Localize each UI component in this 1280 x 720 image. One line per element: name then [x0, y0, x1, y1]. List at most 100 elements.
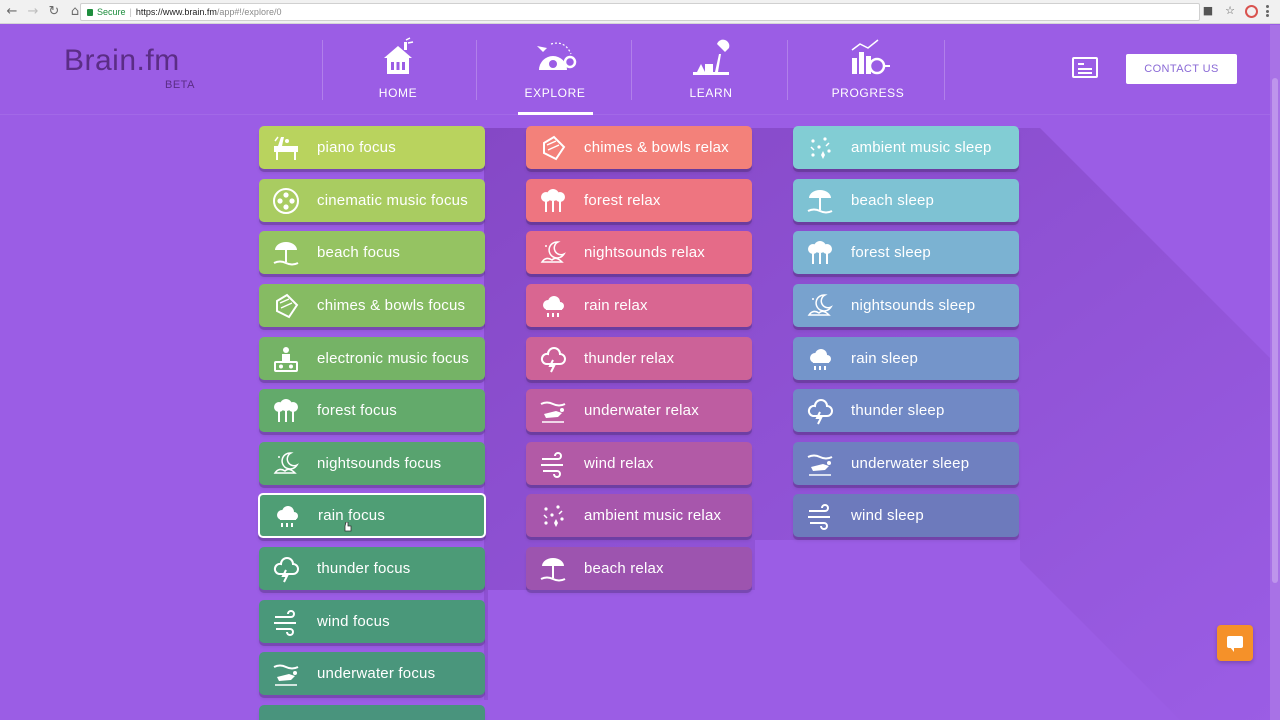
- tile-relax[interactable]: wind relax: [526, 442, 752, 485]
- browser-toolbar: ← → ↻ ⌂ Secure | https://www.brain.fm/ap…: [0, 0, 1280, 24]
- explore-icon: [537, 42, 577, 70]
- tile-sleep[interactable]: thunder sleep: [793, 389, 1019, 432]
- nav-learn-label: LEARN: [689, 86, 733, 100]
- profile-card-icon[interactable]: [1072, 57, 1098, 78]
- scrollbar-thumb[interactable]: [1272, 78, 1278, 583]
- tile-label: thunder relax: [584, 350, 675, 367]
- tile-focus[interactable]: nightsounds focus: [259, 442, 485, 485]
- nav-progress[interactable]: PROGRESS: [793, 36, 943, 116]
- tile-sleep[interactable]: nightsounds sleep: [793, 284, 1019, 327]
- tile-label: beach relax: [584, 560, 664, 577]
- learn-icon: [693, 39, 730, 75]
- tile-label: chimes & bowls relax: [584, 139, 729, 156]
- tile-relax[interactable]: rain relax: [526, 284, 752, 327]
- tile-focus[interactable]: electronic music focus: [259, 337, 485, 380]
- tile-focus[interactable]: wind focus: [259, 600, 485, 643]
- tile-relax[interactable]: beach relax: [526, 547, 752, 590]
- tile-label: ambient music relax: [584, 507, 722, 524]
- tile-label: underwater relax: [584, 402, 699, 419]
- tile-focus[interactable]: [259, 705, 485, 720]
- star-icon[interactable]: ☆: [1223, 4, 1237, 18]
- logo[interactable]: Brain.fm: [64, 44, 180, 78]
- nav-home-label: HOME: [378, 86, 418, 100]
- beach-umbrella-icon: [273, 241, 299, 265]
- tile-focus[interactable]: thunder focus: [259, 547, 485, 590]
- beta-badge: BETA: [165, 79, 195, 91]
- tile-relax[interactable]: nightsounds relax: [526, 231, 752, 274]
- reload-icon[interactable]: ↻: [45, 3, 63, 21]
- rain-cloud-icon: [277, 505, 298, 527]
- diver-icon: [540, 401, 566, 423]
- sparkle-notes-icon: [810, 136, 831, 159]
- tile-focus[interactable]: chimes & bowls focus: [259, 284, 485, 327]
- tile-focus[interactable]: forest focus: [259, 389, 485, 432]
- tile-label: forest sleep: [851, 244, 931, 261]
- night-moon-icon: [273, 451, 299, 474]
- tile-sleep[interactable]: ambient music sleep: [793, 126, 1019, 169]
- trees-icon: [541, 188, 565, 212]
- tile-sleep[interactable]: forest sleep: [793, 231, 1019, 274]
- address-bar[interactable]: Secure | https://www.brain.fm/app#!/expl…: [80, 3, 1200, 21]
- tile-sleep[interactable]: underwater sleep: [793, 442, 1019, 485]
- tile-relax[interactable]: ambient music relax: [526, 494, 752, 537]
- partial-icon: [271, 712, 301, 720]
- tile-sleep[interactable]: beach sleep: [793, 179, 1019, 222]
- nav-progress-label: PROGRESS: [831, 86, 905, 100]
- thunder-cloud-icon: [540, 346, 566, 372]
- camera-icon[interactable]: ■: [1201, 4, 1215, 18]
- tile-label: electronic music focus: [317, 350, 469, 367]
- tile-sleep[interactable]: rain sleep: [793, 337, 1019, 380]
- home-icon: [384, 37, 414, 74]
- night-moon-icon: [540, 240, 566, 263]
- tile-relax[interactable]: forest relax: [526, 179, 752, 222]
- chimes-bowl-icon: [276, 293, 299, 318]
- tile-label: underwater focus: [317, 665, 436, 682]
- tile-label: wind focus: [317, 613, 390, 630]
- tile-focus[interactable]: piano focus: [259, 126, 485, 169]
- nav-explore-label: EXPLORE: [524, 86, 586, 100]
- tile-label: wind relax: [584, 455, 654, 472]
- tile-label: forest relax: [584, 192, 661, 209]
- tile-relax[interactable]: chimes & bowls relax: [526, 126, 752, 169]
- tile-relax[interactable]: underwater relax: [526, 389, 752, 432]
- tile-focus[interactable]: cinematic music focus: [259, 179, 485, 222]
- diver-icon: [273, 664, 299, 686]
- tile-sleep[interactable]: wind sleep: [793, 494, 1019, 537]
- nav-home[interactable]: HOME: [323, 36, 473, 116]
- night-moon-icon: [807, 293, 833, 316]
- rain-cloud-icon: [543, 295, 564, 317]
- tile-focus[interactable]: beach focus: [259, 231, 485, 274]
- url-path: /app#!/explore/0: [216, 7, 282, 17]
- tile-label: wind sleep: [851, 507, 924, 524]
- tile-label: thunder sleep: [851, 402, 945, 419]
- trees-icon: [808, 240, 832, 264]
- mouse-cursor: [344, 522, 352, 532]
- tile-label: rain relax: [584, 297, 648, 314]
- progress-icon: [851, 39, 890, 75]
- beach-umbrella-icon: [540, 557, 566, 581]
- extension-icon[interactable]: [1245, 4, 1258, 18]
- nav-learn[interactable]: LEARN: [636, 36, 786, 116]
- nav-explore[interactable]: EXPLORE: [480, 36, 630, 116]
- tile-focus[interactable]: rain focus: [258, 493, 486, 538]
- nav-divider: [944, 40, 945, 100]
- wind-icon: [541, 451, 563, 478]
- secure-label: Secure: [97, 7, 126, 17]
- browser-menu-icon[interactable]: [1266, 5, 1270, 17]
- back-icon[interactable]: ←: [3, 3, 21, 21]
- url-separator: |: [129, 7, 132, 17]
- tile-relax[interactable]: thunder relax: [526, 337, 752, 380]
- tile-label: underwater sleep: [851, 455, 970, 472]
- chat-icon: [1227, 636, 1243, 652]
- lock-icon: [87, 8, 93, 16]
- tile-focus[interactable]: underwater focus: [259, 652, 485, 695]
- forward-icon[interactable]: →: [24, 3, 42, 21]
- nav-divider: [787, 40, 788, 100]
- chat-button[interactable]: [1217, 625, 1253, 661]
- tile-label: nightsounds sleep: [851, 297, 976, 314]
- contact-us-button[interactable]: CONTACT US: [1126, 54, 1237, 84]
- thunder-cloud-icon: [273, 556, 299, 582]
- url-host: https://www.brain.fm: [135, 7, 217, 17]
- nav-divider: [631, 40, 632, 100]
- tile-label: chimes & bowls focus: [317, 297, 466, 314]
